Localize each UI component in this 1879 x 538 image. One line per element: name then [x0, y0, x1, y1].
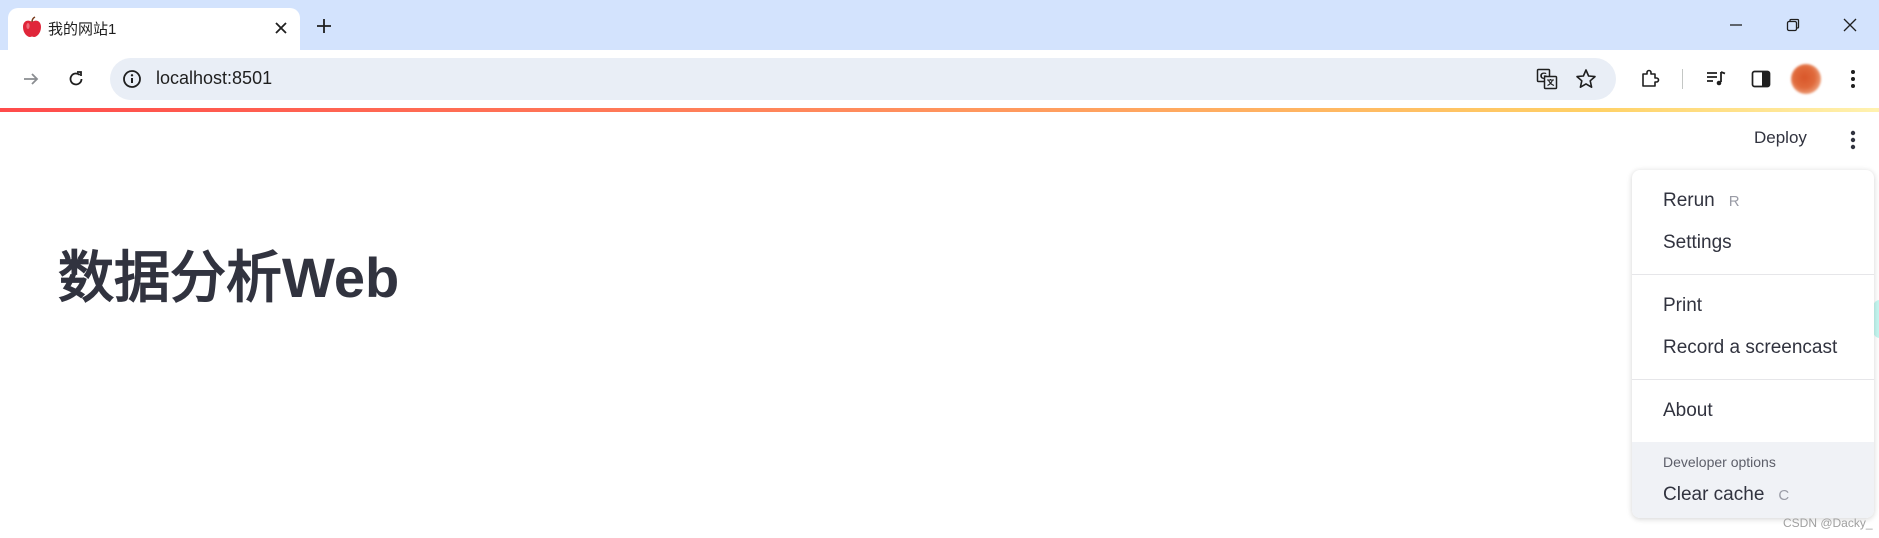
forward-arrow-icon[interactable] [16, 64, 46, 94]
browser-tab[interactable]: 我的网站1 [8, 8, 300, 50]
deploy-button[interactable]: Deploy [1754, 128, 1807, 148]
menu-item-label: About [1663, 400, 1713, 421]
menu-divider [1632, 379, 1874, 380]
menu-item-rerun[interactable]: Rerun R [1663, 190, 1740, 212]
close-tab-icon[interactable] [270, 17, 292, 39]
menu-item-label: Rerun [1663, 190, 1715, 211]
tab-title: 我的网站1 [48, 21, 117, 38]
menu-item-print[interactable]: Print [1663, 295, 1702, 317]
browser-toolbar: localhost:8501 G [0, 50, 1879, 108]
menu-item-label: Print [1663, 295, 1703, 316]
toolbar-separator [1682, 69, 1683, 89]
menu-divider [1632, 274, 1874, 275]
watermark: CSDN @Dacky_ [1783, 516, 1873, 530]
bookmark-star-icon[interactable] [1573, 67, 1599, 91]
menu-item-record-screencast[interactable]: Record a screencast [1663, 337, 1837, 359]
address-url[interactable]: localhost:8501 [156, 68, 272, 89]
minimize-icon[interactable] [1716, 10, 1756, 40]
restore-icon[interactable] [1773, 10, 1813, 40]
menu-item-shortcut: C [1778, 487, 1790, 504]
extensions-puzzle-icon[interactable] [1635, 64, 1665, 94]
menu-item-settings[interactable]: Settings [1663, 232, 1732, 254]
side-panel-icon[interactable] [1746, 64, 1776, 94]
app-main-menu: Rerun R Settings Print Record a screencas… [1632, 170, 1874, 518]
new-tab-icon[interactable] [312, 14, 336, 38]
developer-options-section: Developer options Clear cache C [1632, 442, 1874, 518]
menu-item-label: Settings [1663, 232, 1732, 253]
tab-strip: 我的网站1 [0, 0, 1879, 50]
address-bar[interactable]: localhost:8501 G [110, 58, 1616, 100]
menu-item-label: Record a screencast [1663, 337, 1838, 358]
media-control-icon[interactable] [1701, 64, 1731, 94]
page-title: 数据分析Web [58, 246, 400, 309]
app-main-menu-icon[interactable] [1840, 126, 1866, 154]
menu-item-shortcut: R [1728, 193, 1740, 210]
developer-options-label: Developer options [1663, 454, 1776, 470]
apple-icon [22, 16, 42, 38]
reload-icon[interactable] [61, 64, 91, 94]
app-decoration-bar [0, 108, 1879, 112]
menu-item-label: Clear cache [1663, 484, 1765, 505]
site-info-icon[interactable] [120, 67, 144, 91]
close-window-icon[interactable] [1830, 10, 1870, 40]
menu-item-clear-cache[interactable]: Clear cache C [1663, 484, 1789, 506]
profile-avatar[interactable] [1791, 64, 1821, 94]
browser-menu-icon[interactable] [1838, 64, 1868, 94]
menu-item-about[interactable]: About [1663, 400, 1713, 422]
translate-icon[interactable]: G [1534, 67, 1560, 91]
